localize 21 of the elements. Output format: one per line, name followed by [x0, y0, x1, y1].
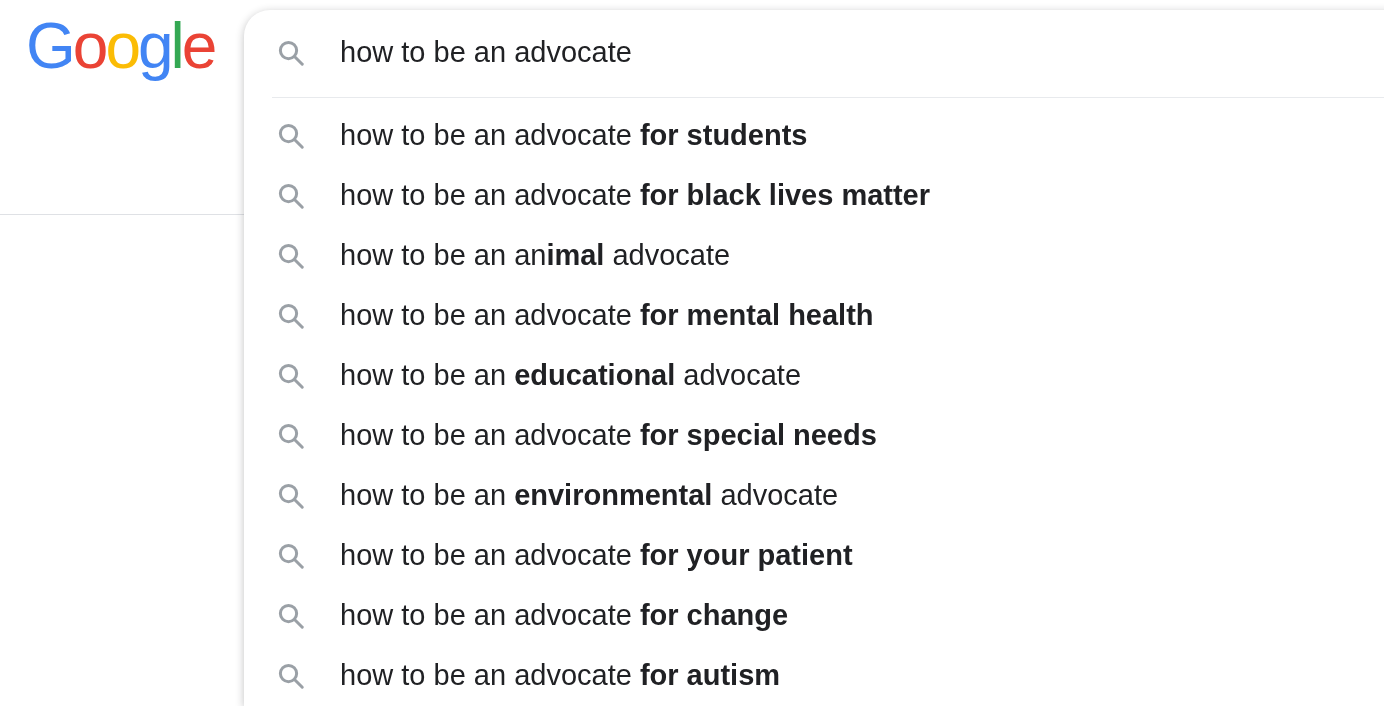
suggestion-item[interactable]: how to be an advocate for students: [244, 106, 1384, 166]
search-icon: [276, 361, 306, 391]
suggestion-item[interactable]: how to be an advocate for mental health: [244, 286, 1384, 346]
search-icon: [276, 301, 306, 331]
search-icon: [276, 541, 306, 571]
suggestion-item[interactable]: how to be an educational advocate: [244, 346, 1384, 406]
search-icon: [276, 661, 306, 691]
suggestion-item[interactable]: how to be an advocate for autism: [244, 646, 1384, 706]
search-icon: [276, 241, 306, 271]
suggestion-item[interactable]: how to be an animal advocate: [244, 226, 1384, 286]
search-icon: [276, 601, 306, 631]
search-icon: [276, 121, 306, 151]
suggestion-item[interactable]: how to be an advocate for your patient: [244, 526, 1384, 586]
search-icon: [276, 181, 306, 211]
suggestion-item[interactable]: how to be an environmental advocate: [244, 466, 1384, 526]
search-icon: [276, 421, 306, 451]
suggestion-item[interactable]: how to be an advocate for black lives matter: [244, 166, 1384, 226]
suggestion-item[interactable]: how to be an advocate for change: [244, 586, 1384, 646]
search-icon: [276, 481, 306, 511]
suggestion-item[interactable]: how to be an advocate for special needs: [244, 406, 1384, 466]
search-field[interactable]: how to be an advocate: [340, 31, 1384, 75]
